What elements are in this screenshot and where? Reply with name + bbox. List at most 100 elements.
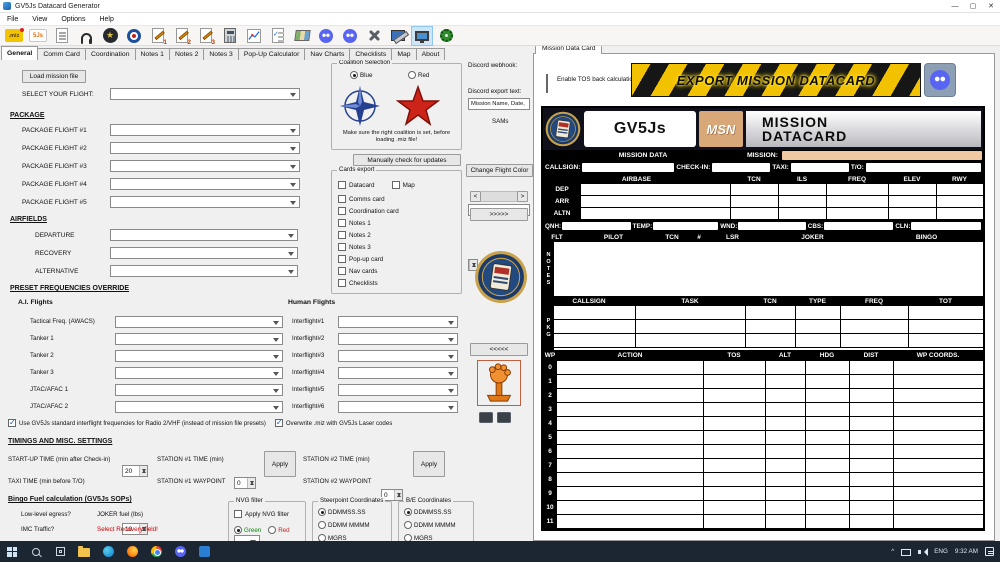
display-settings-icon[interactable]: [411, 25, 433, 46]
tab[interactable]: Map: [391, 48, 417, 60]
chrome-icon[interactable]: [144, 541, 168, 562]
joystick-icon[interactable]: [477, 360, 521, 406]
discord-export-button[interactable]: [924, 63, 956, 97]
miz-file-icon[interactable]: .miz: [4, 27, 24, 45]
menu-item[interactable]: Options: [54, 16, 92, 23]
be-mgrs-radio[interactable]: [404, 534, 412, 541]
discord-export-text-input[interactable]: Mission Name, Date,: [468, 98, 530, 110]
station1-time-stepper[interactable]: 0: [234, 477, 256, 489]
export-mission-datacard-button[interactable]: EXPORT MISSION DATACARD: [631, 63, 921, 97]
nvg-green-radio[interactable]: [234, 526, 242, 534]
interflight-combo[interactable]: [338, 383, 458, 396]
interflight-combo[interactable]: [338, 400, 458, 413]
ai-freq-combo[interactable]: [115, 332, 283, 345]
mini-display-button-2[interactable]: [497, 412, 511, 423]
roundel-icon[interactable]: [124, 27, 144, 45]
coordination-star-icon[interactable]: ★: [100, 27, 120, 45]
coalition-blue-radio[interactable]: [350, 71, 358, 79]
export-card-checkbox[interactable]: [338, 279, 346, 287]
be-ddmm-radio[interactable]: [404, 521, 412, 529]
steerpoint-mgrs-radio[interactable]: [318, 534, 326, 541]
apply-station1-button[interactable]: Apply: [264, 451, 296, 477]
export-card-checkbox[interactable]: [338, 219, 346, 227]
export-card-checkbox[interactable]: [338, 195, 346, 203]
nav-charts-icon[interactable]: [244, 27, 264, 45]
load-mission-file-button[interactable]: Load mission file: [22, 70, 86, 83]
export-card-checkbox[interactable]: [338, 207, 346, 215]
export-map-checkbox[interactable]: [391, 181, 400, 189]
interflight-combo[interactable]: [338, 332, 458, 345]
display-tray-icon[interactable]: [901, 548, 912, 556]
flight-next-button[interactable]: >: [517, 191, 528, 202]
maximize-button[interactable]: ▢: [964, 0, 982, 12]
interflight-combo[interactable]: [338, 349, 458, 362]
tab[interactable]: Nav Charts: [304, 48, 351, 60]
export-datacard-checkbox[interactable]: [338, 181, 346, 189]
fast-forward-button[interactable]: >>>>>: [470, 208, 528, 221]
interflight-combo[interactable]: [338, 315, 458, 328]
discord-icon-1[interactable]: [316, 27, 336, 45]
export-card-checkbox[interactable]: [338, 243, 346, 251]
steerpoint-ddmmss-radio[interactable]: [318, 508, 326, 516]
popup-calculator-icon[interactable]: [220, 27, 240, 45]
tools-icon[interactable]: [364, 27, 384, 45]
export-card-checkbox[interactable]: [338, 267, 346, 275]
tab[interactable]: About: [415, 48, 446, 60]
change-flight-color-button[interactable]: Change Flight Color: [466, 164, 533, 177]
select-flight-combo[interactable]: [110, 88, 300, 100]
package-flight-combo[interactable]: [110, 142, 300, 154]
task-view-icon[interactable]: [48, 541, 72, 562]
comms-headset-icon[interactable]: [76, 27, 96, 45]
menu-item[interactable]: View: [25, 16, 54, 23]
language-indicator[interactable]: ENG: [934, 548, 948, 555]
ai-freq-combo[interactable]: [115, 315, 283, 328]
start-button[interactable]: [0, 541, 24, 562]
app-taskbar-icon[interactable]: [192, 541, 216, 562]
package-flight-combo[interactable]: [110, 124, 300, 136]
tab[interactable]: General: [1, 46, 39, 60]
export-card-checkbox[interactable]: [338, 231, 346, 239]
package-flight-combo[interactable]: [110, 196, 300, 208]
coalition-red-radio[interactable]: [408, 71, 416, 79]
tab[interactable]: Pop-Up Calculator: [237, 48, 306, 60]
close-button[interactable]: ✕: [982, 0, 1000, 12]
nvg-red-radio[interactable]: [268, 526, 277, 534]
interflight-freq-checkbox[interactable]: [8, 418, 16, 427]
discord-icon-2[interactable]: [340, 27, 360, 45]
apply-station2-button[interactable]: Apply: [413, 451, 445, 477]
interflight-combo[interactable]: [338, 366, 458, 379]
check-updates-button[interactable]: Manually check for updates: [353, 154, 461, 166]
be-ddmmss-radio[interactable]: [404, 508, 412, 516]
airfield-combo[interactable]: [110, 229, 298, 241]
clock[interactable]: 9:32 AM: [955, 548, 978, 555]
notes3-icon[interactable]: 3: [196, 27, 216, 46]
package-flight-combo[interactable]: [110, 178, 300, 190]
datacard-icon[interactable]: [52, 27, 72, 45]
tab[interactable]: Notes 2: [168, 48, 205, 60]
steerpoint-ddmm-radio[interactable]: [318, 521, 326, 529]
menu-item[interactable]: Help: [92, 16, 120, 23]
flight-prev-button[interactable]: <: [470, 191, 481, 202]
tab[interactable]: Coordination: [84, 48, 136, 60]
action-center-icon[interactable]: [985, 547, 994, 556]
repair-icon[interactable]: [388, 27, 408, 45]
tos-back-calc-checkbox[interactable]: [546, 74, 548, 93]
tab[interactable]: Comm Card: [37, 48, 86, 60]
tray-expand-icon[interactable]: ^: [891, 548, 894, 555]
ai-freq-combo[interactable]: [115, 383, 283, 396]
volume-icon[interactable]: [918, 547, 929, 556]
minimize-button[interactable]: —: [946, 0, 964, 12]
airfield-combo[interactable]: [110, 265, 298, 277]
menu-item[interactable]: File: [0, 16, 25, 23]
checklists-icon[interactable]: [268, 27, 288, 45]
app-settings-icon[interactable]: [436, 27, 456, 45]
startup-time-stepper[interactable]: 20: [122, 465, 148, 477]
airfield-combo[interactable]: [110, 247, 298, 259]
5js-file-icon[interactable]: 5Js: [28, 27, 48, 45]
notes2-icon[interactable]: 2: [172, 27, 192, 46]
mini-display-button-1[interactable]: [479, 412, 493, 423]
ai-freq-combo[interactable]: [115, 349, 283, 362]
tab[interactable]: Notes 1: [134, 48, 170, 60]
discord-taskbar-icon[interactable]: [168, 541, 192, 562]
ai-freq-combo[interactable]: [115, 400, 283, 413]
